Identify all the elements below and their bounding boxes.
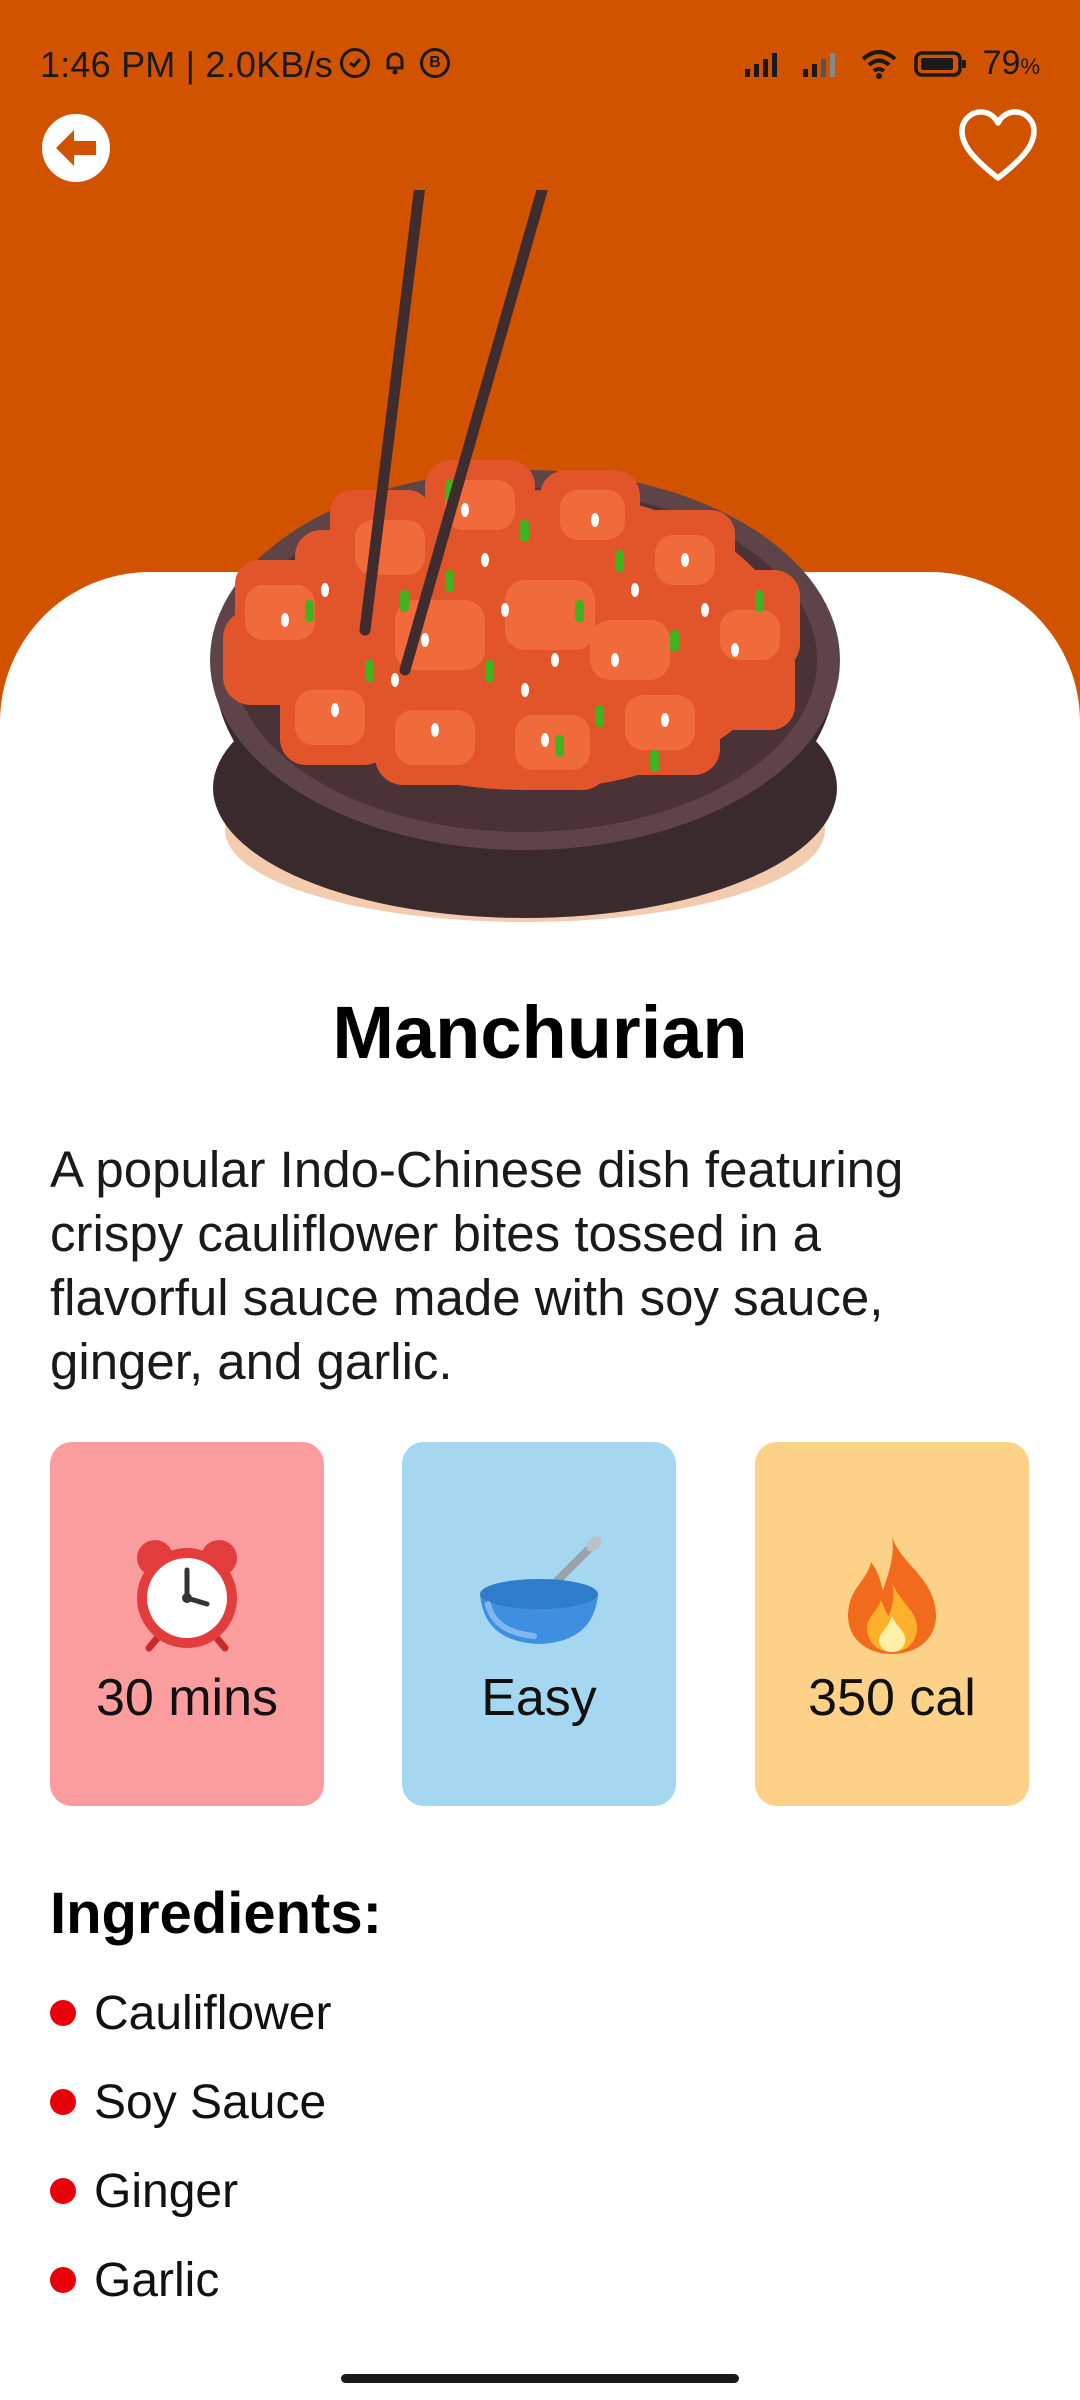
- list-item: Cauliflower: [50, 1984, 331, 2073]
- recipe-description: A popular Indo-Chinese dish featuring cr…: [50, 1141, 904, 1390]
- difficulty-value: Easy: [481, 1669, 597, 1727]
- ingredient-label: Cauliflower: [94, 1987, 332, 2040]
- time-value: 30 mins: [95, 1669, 279, 1727]
- list-item: Ginger: [50, 2162, 331, 2251]
- bowl-spoon-icon: [480, 1536, 602, 1644]
- difficulty-card: Easy: [402, 1442, 676, 1806]
- ingredient-label: Garlic: [94, 2254, 220, 2307]
- data-saver-icon: [340, 48, 370, 78]
- battery-icon: [913, 50, 966, 77]
- signal-icon: [744, 52, 777, 77]
- calories-card: 350 cal: [755, 1442, 1029, 1806]
- signal-2-icon: [802, 52, 835, 77]
- notification-bell-icon: [380, 48, 410, 83]
- status-bar: 1:46 PM | 2.0KB/s B 79%: [0, 0, 1080, 130]
- recipe-title: Manchurian: [332, 991, 748, 1074]
- list-item: Soy Sauce: [50, 2073, 331, 2162]
- home-indicator[interactable]: [341, 2374, 739, 2383]
- ingredients-list: Cauliflower Soy Sauce Ginger Garlic: [50, 1984, 331, 2340]
- bullet-icon: [50, 2000, 76, 2026]
- bullet-icon: [50, 2178, 76, 2204]
- ingredient-label: Ginger: [94, 2165, 239, 2218]
- ingredient-label: Soy Sauce: [94, 2076, 327, 2129]
- b-app-icon: B: [420, 48, 450, 78]
- status-notification-icons: B: [340, 48, 450, 83]
- ingredients-heading: Ingredients:: [50, 1881, 382, 1946]
- battery-unit: %: [1020, 54, 1040, 79]
- wifi-icon: [861, 49, 896, 79]
- time-card: 30 mins: [50, 1442, 324, 1806]
- calories-value: 350 cal: [808, 1669, 976, 1727]
- list-item: Garlic: [50, 2251, 331, 2340]
- alarm-clock-icon: [137, 1540, 237, 1652]
- back-button[interactable]: [40, 112, 112, 184]
- dish-image: [195, 139, 855, 930]
- status-system-icons: 79%: [743, 44, 1040, 83]
- favorite-button[interactable]: [958, 108, 1038, 184]
- bullet-icon: [50, 2267, 76, 2293]
- fire-icon: [848, 1536, 936, 1654]
- bullet-icon: [50, 2089, 76, 2115]
- arrow-left-circle-icon: [42, 114, 110, 182]
- battery-percent: 79%: [982, 44, 1040, 82]
- heart-outline-icon: [959, 109, 1037, 181]
- status-time: 1:46 PM | 2.0KB/s: [40, 44, 333, 85]
